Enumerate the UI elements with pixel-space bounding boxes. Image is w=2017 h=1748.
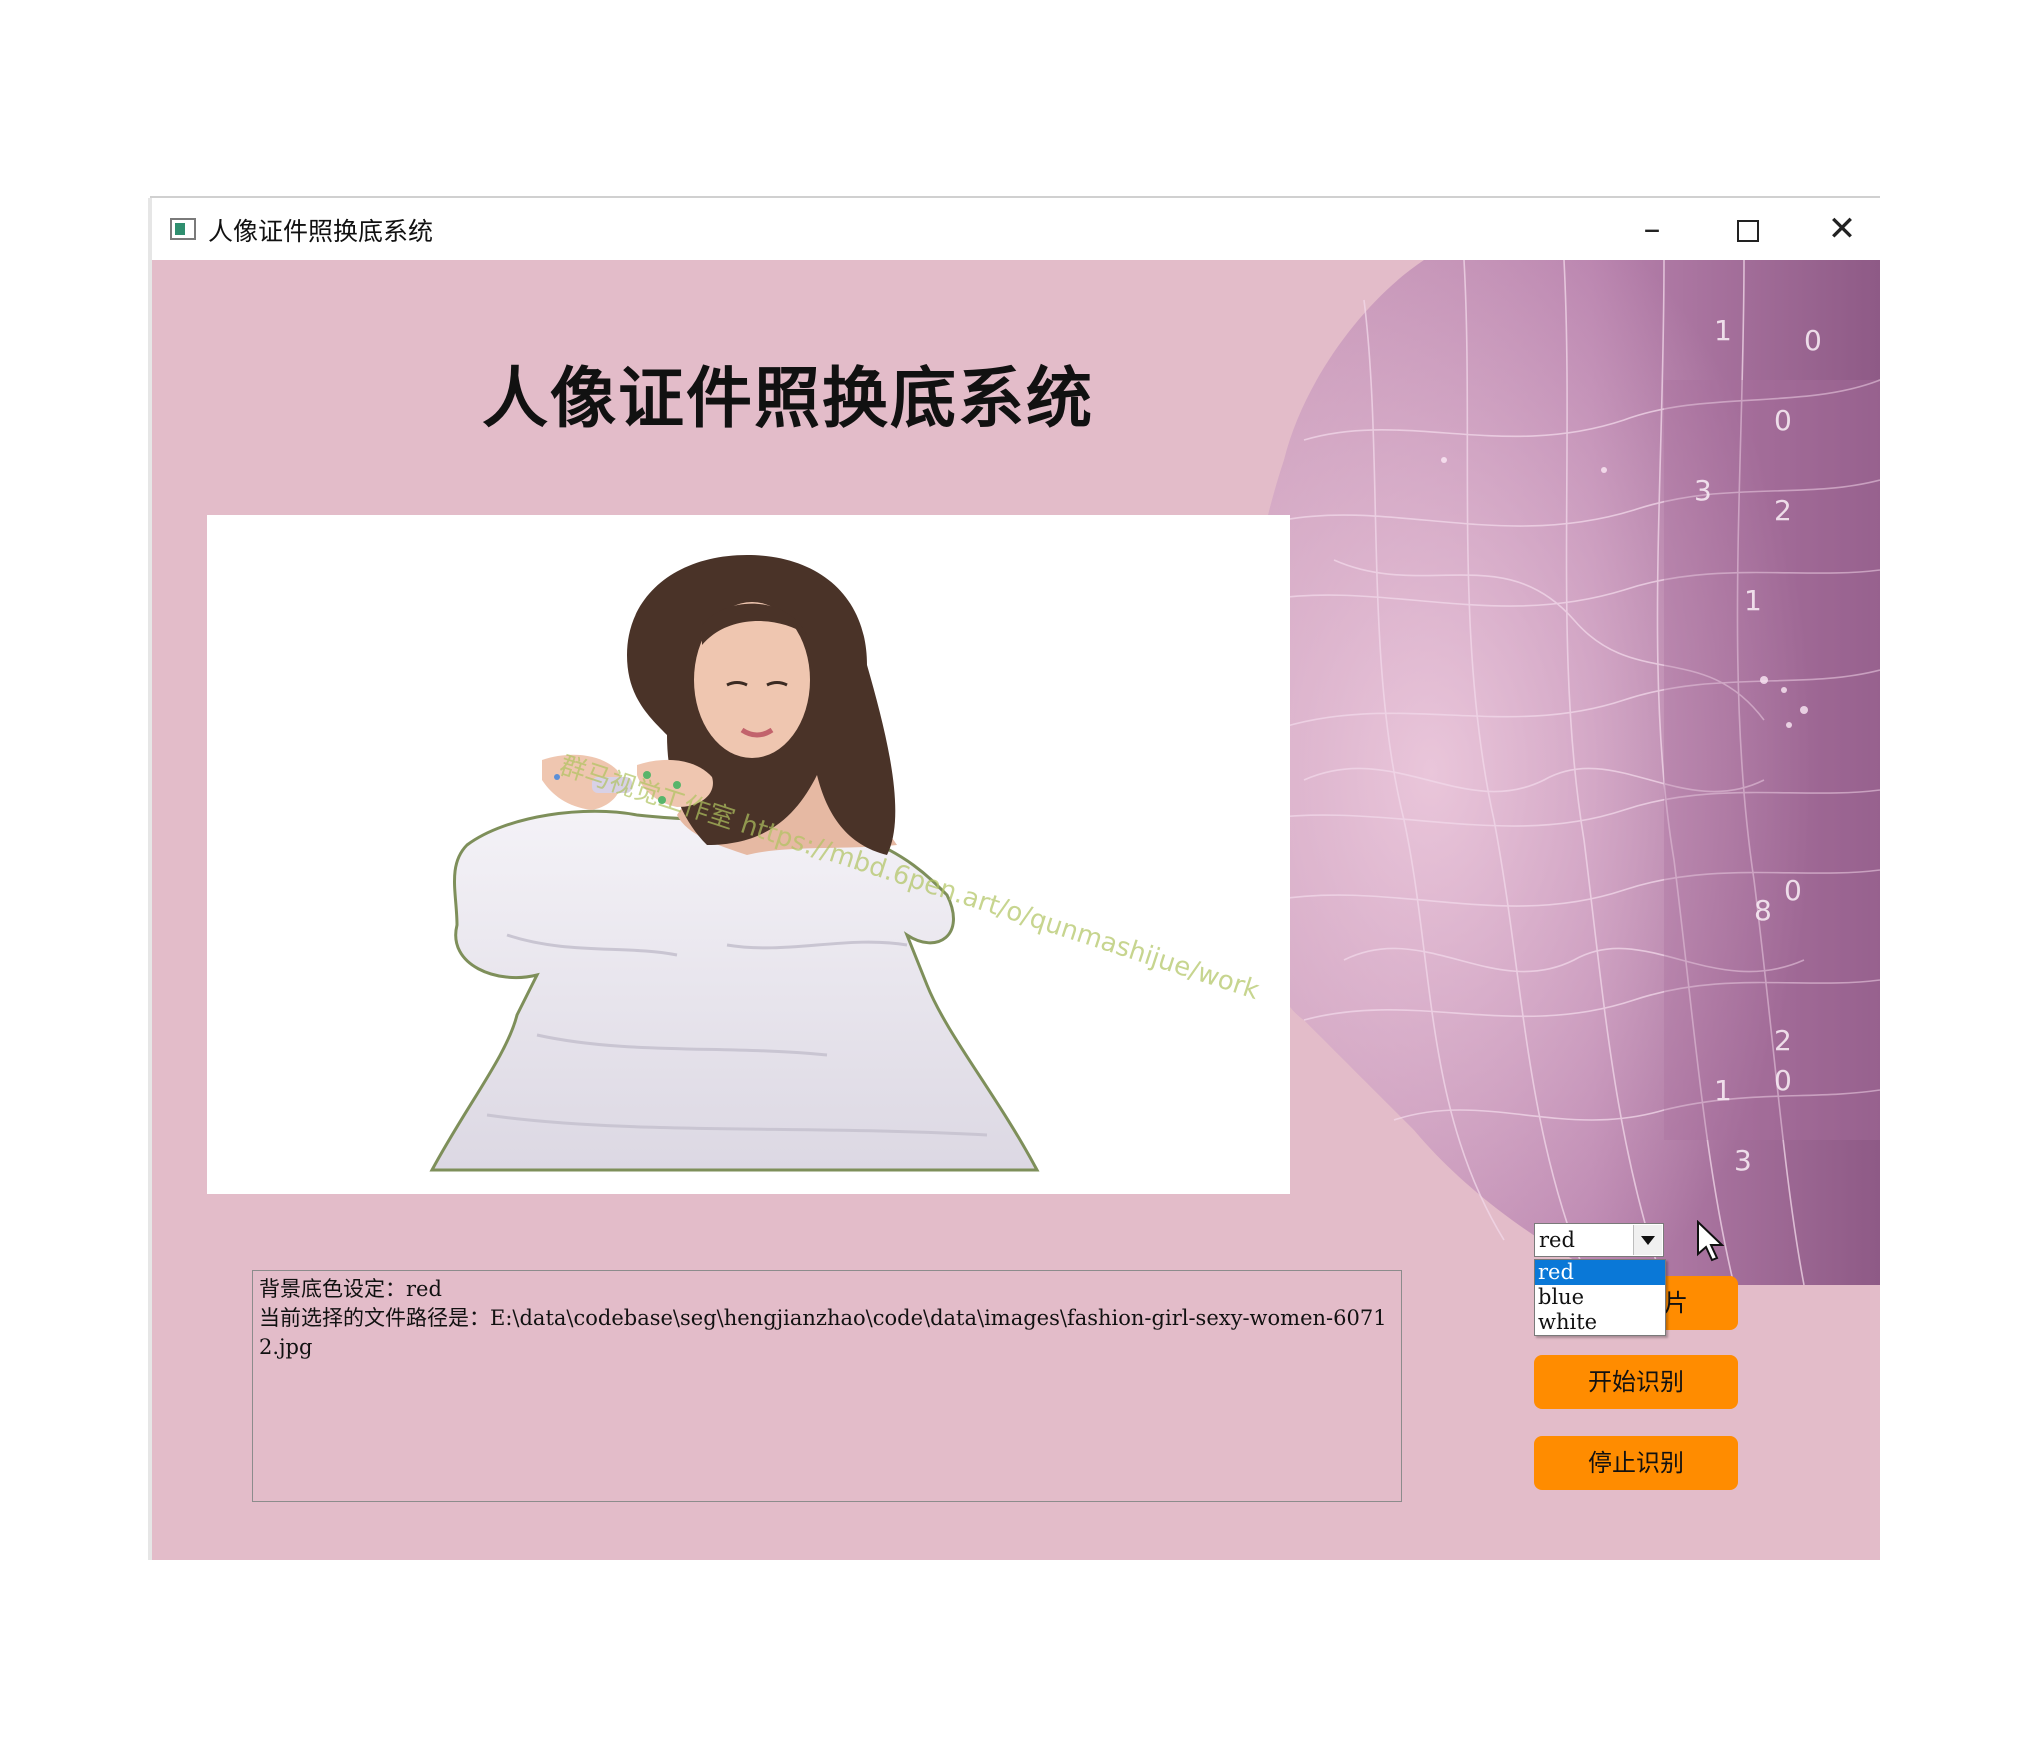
close-icon: ✕ — [1827, 209, 1857, 249]
stop-recognition-button[interactable]: 停止识别 — [1534, 1436, 1738, 1490]
app-heading: 人像证件照换底系统 — [482, 360, 1094, 437]
maximize-button[interactable] — [1718, 204, 1778, 254]
art-digit: 0 — [1774, 1064, 1792, 1097]
face-background-art: 1 0 0 3 2 1 8 0 2 1 0 3 — [1244, 260, 1880, 1285]
art-digit: 3 — [1734, 1144, 1752, 1177]
main-client-area: 1 0 0 3 2 1 8 0 2 1 0 3 人像证件照换底系统 群马视觉工作… — [152, 260, 1880, 1560]
chevron-down-icon[interactable] — [1633, 1225, 1662, 1255]
art-digit: 0 — [1774, 404, 1792, 437]
start-recognition-button[interactable]: 开始识别 — [1534, 1355, 1738, 1409]
title-bar[interactable]: 人像证件照换底系统 – ✕ — [152, 198, 1880, 260]
option-red[interactable]: red — [1535, 1260, 1665, 1285]
portrait-image — [429, 555, 1040, 1172]
color-dropdown-list: red blue white — [1534, 1259, 1666, 1336]
result-image-panel: 群马视觉工作室 https://mbd.6pen.art/o/qunmashij… — [207, 515, 1290, 1194]
art-digit: 8 — [1754, 894, 1772, 927]
art-digit: 0 — [1784, 874, 1802, 907]
select-value: red — [1539, 1228, 1575, 1252]
background-color-select[interactable]: red — [1534, 1223, 1664, 1257]
window-title: 人像证件照换底系统 — [208, 217, 434, 246]
maximize-icon — [1737, 219, 1759, 242]
art-digit: 1 — [1744, 584, 1762, 617]
status-log: 背景底色设定：red 当前选择的文件路径是：E:\data\codebase\s… — [252, 1270, 1402, 1502]
art-digit: 0 — [1804, 324, 1822, 357]
close-button[interactable]: ✕ — [1812, 204, 1872, 254]
art-digit: 2 — [1774, 494, 1792, 527]
option-white[interactable]: white — [1535, 1310, 1665, 1335]
app-icon — [170, 218, 196, 240]
art-digit: 1 — [1714, 314, 1732, 347]
art-digit: 2 — [1774, 1024, 1792, 1057]
minimize-icon: – — [1643, 209, 1661, 249]
app-window: 人像证件照换底系统 – ✕ 1 0 0 3 2 1 8 0 2 1 0 3 人像… — [152, 198, 1880, 1560]
mouse-cursor-icon — [1697, 1220, 1725, 1262]
art-digit: 3 — [1694, 474, 1712, 507]
minimize-button[interactable]: – — [1622, 204, 1682, 254]
option-blue[interactable]: blue — [1535, 1285, 1665, 1310]
art-digit: 1 — [1714, 1074, 1732, 1107]
